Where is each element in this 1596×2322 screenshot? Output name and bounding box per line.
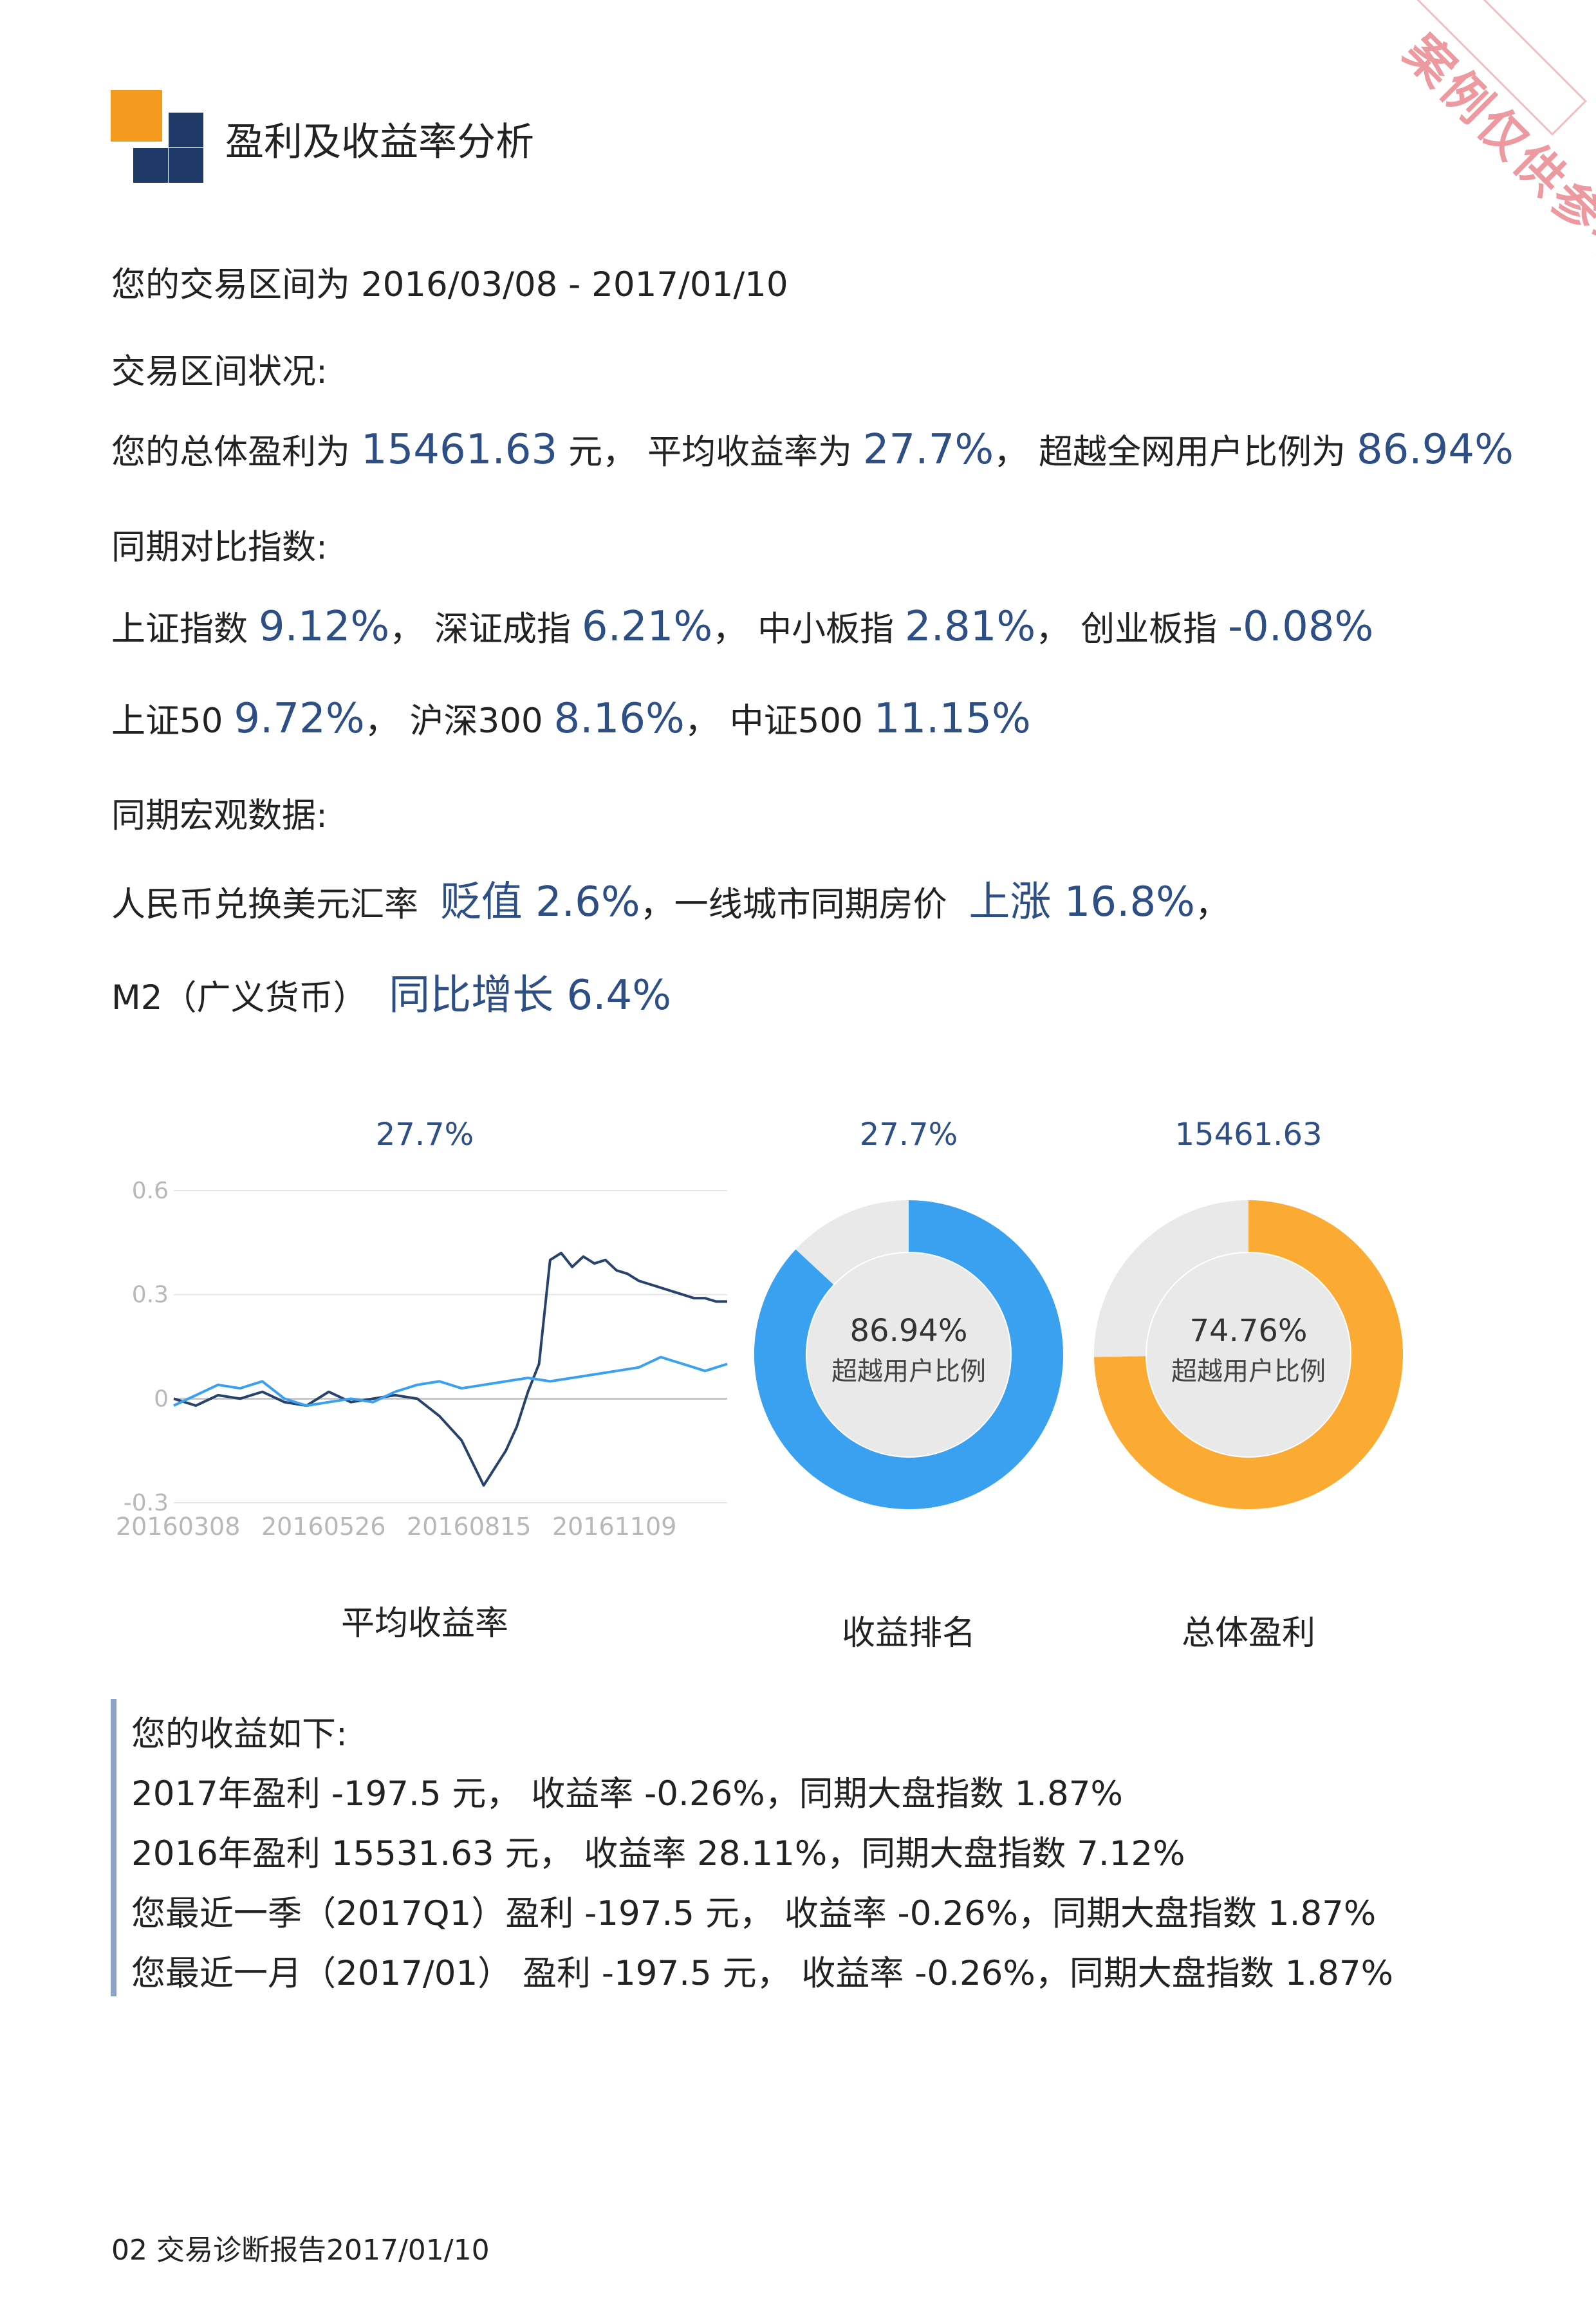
y-tick-label: 0.3 — [132, 1282, 169, 1308]
avg-return-value: 27.7% — [862, 426, 994, 474]
indices-row-1: 上证指数 9.12%， 深证成指 6.21%， 中小板指 2.81%， 创业板指… — [111, 603, 1374, 651]
rank-center-value: 86.94% — [849, 1313, 968, 1349]
macro-heading: 同期宏观数据: — [111, 796, 328, 835]
index-value: -0.08% — [1227, 603, 1374, 651]
x-tick-label: 20160308 — [116, 1512, 240, 1541]
rank-chart-caption: 收益排名 — [841, 1614, 976, 1653]
x-tick-label: 20160815 — [407, 1512, 531, 1541]
period-range: 2016/03/08 - 2017/01/10 — [360, 265, 788, 304]
index-value: 9.72% — [234, 695, 365, 743]
summary-line: 2016年盈利 15531.63 元， 收益率 28.11%，同期大盘指数 7.… — [131, 1834, 1185, 1873]
rank-chart-top-label: 27.7% — [859, 1117, 958, 1153]
index-value: 2.81% — [904, 603, 1036, 651]
profit-chart-top-label: 15461.63 — [1174, 1117, 1322, 1153]
house-price-value: 上涨 16.8% — [969, 878, 1195, 926]
index-value: 9.12% — [258, 603, 390, 651]
index-value: 6.21% — [581, 603, 713, 651]
status-line: 您的总体盈利为 15461.63 元， 平均收益率为 27.7%， 超越全网用户… — [111, 426, 1514, 474]
beat-ratio-value: 86.94% — [1356, 426, 1514, 474]
x-tick-label: 20161109 — [552, 1512, 676, 1541]
m2-value: 同比增长 6.4% — [389, 972, 672, 1019]
profit-center-label: 超越用户比例 — [1171, 1357, 1326, 1386]
x-tick-label: 20160526 — [261, 1512, 385, 1541]
period-line: 您的交易区间为 2016/03/08 - 2017/01/10 — [111, 265, 788, 304]
rank-center-label: 超越用户比例 — [831, 1357, 986, 1386]
series-line-1 — [173, 1252, 727, 1487]
summary-heading: 您的收益如下: — [131, 1714, 348, 1754]
y-tick-label: 0 — [154, 1386, 169, 1412]
page-footer: 02 交易诊断报告2017/01/10 — [111, 2234, 490, 2267]
indices-row-2: 上证50 9.72%， 沪深300 8.16%， 中证500 11.15% — [111, 695, 1031, 743]
index-value: 11.15% — [873, 695, 1031, 743]
summary-accent-bar — [111, 1699, 116, 1996]
report-logo — [111, 90, 204, 183]
summary-line: 您最近一月（2017/01） 盈利 -197.5 元， 收益率 -0.26%，同… — [131, 1954, 1393, 1993]
y-tick-label: 0.6 — [132, 1178, 169, 1204]
macro-line-1: 人民币兑换美元汇率 贬值 2.6%，一线城市同期房价 上涨 16.8%， — [111, 878, 1229, 926]
profit-donut-center: 74.76% 超越用户比例 — [1152, 1313, 1345, 1388]
summary-line: 您最近一季（2017Q1）盈利 -197.5 元， 收益率 -0.26%，同期大… — [131, 1894, 1377, 1933]
fx-value: 贬值 2.6% — [440, 878, 640, 926]
profit-chart-caption: 总体盈利 — [1181, 1614, 1315, 1653]
line-chart-caption: 平均收益率 — [340, 1604, 508, 1643]
macro-line-2: M2（广义货币） 同比增长 6.4% — [111, 972, 672, 1019]
rank-donut-center: 86.94% 超越用户比例 — [812, 1313, 1005, 1388]
status-heading: 交易区间状况: — [111, 352, 328, 391]
page-title: 盈利及收益率分析 — [225, 120, 534, 165]
index-value: 8.16% — [553, 695, 685, 743]
indices-heading: 同期对比指数: — [111, 528, 328, 567]
avg-return-line-chart: 0.60.30-0.320160308 20160526 20160815 20161… — [116, 1178, 728, 1541]
profit-center-value: 74.76% — [1189, 1313, 1308, 1349]
total-profit-value: 15461.63 — [360, 426, 558, 474]
summary-line: 2017年盈利 -197.5 元， 收益率 -0.26%，同期大盘指数 1.87… — [131, 1774, 1123, 1814]
